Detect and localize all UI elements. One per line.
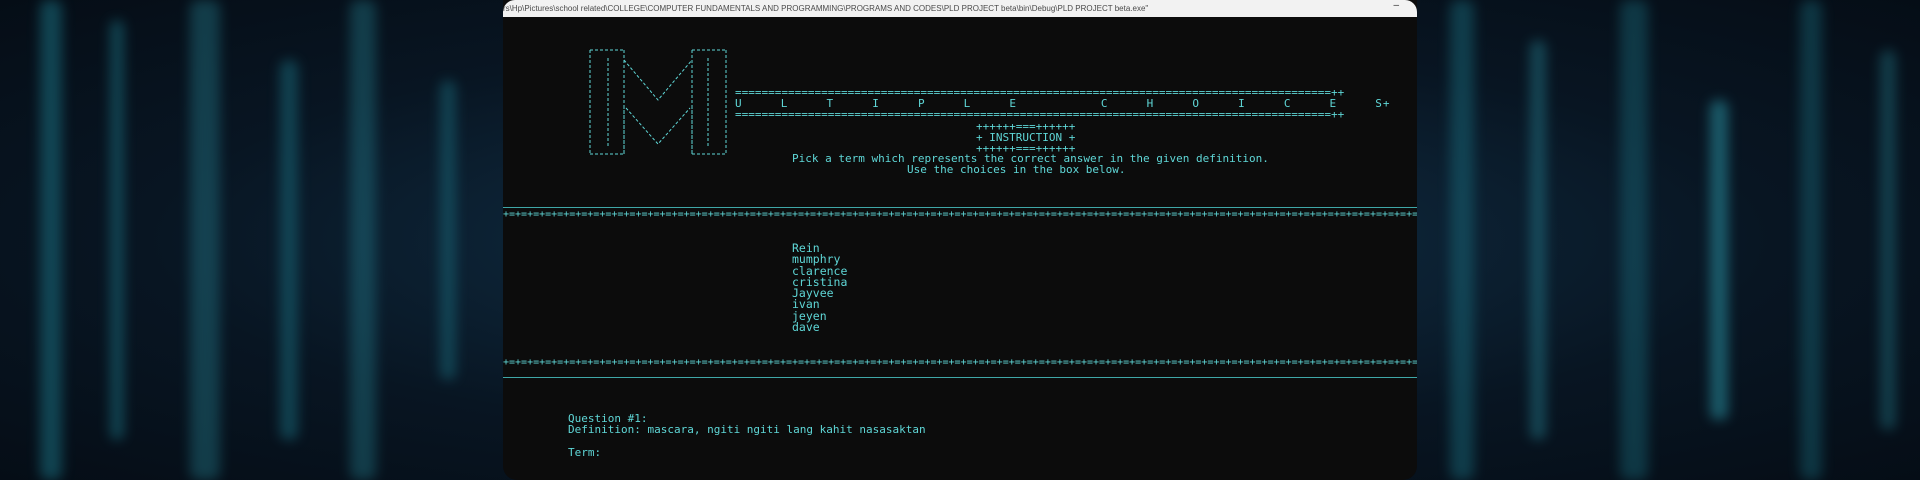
console-window[interactable]: rs\Hp\Pictures\school related\COLLEGE\CO… (503, 0, 1417, 480)
separator-pattern: +=+=+=+=+=+=+=+=+=+=+=+=+=+=+=+=+=+=+=+=… (503, 358, 1417, 368)
divider (503, 377, 1417, 378)
choices-list: Rein mumphry clarence cristina Jayvee iv… (792, 242, 847, 335)
term-input-prompt[interactable]: Term: (568, 447, 601, 458)
minimize-icon[interactable]: – (1393, 0, 1399, 14)
question-definition: Definition: mascara, ngiti ngiti lang ka… (568, 423, 926, 436)
divider (503, 207, 1417, 208)
window-title: rs\Hp\Pictures\school related\COLLEGE\CO… (503, 4, 1149, 13)
window-title-bar[interactable]: rs\Hp\Pictures\school related\COLLEGE\CO… (503, 0, 1417, 17)
m-logo-icon (589, 49, 727, 155)
choice-item: dave (792, 320, 820, 335)
instruction-line-2: Use the choices in the box below. (907, 163, 1126, 176)
separator-pattern: +=+=+=+=+=+=+=+=+=+=+=+=+=+=+=+=+=+=+=+=… (503, 210, 1417, 220)
